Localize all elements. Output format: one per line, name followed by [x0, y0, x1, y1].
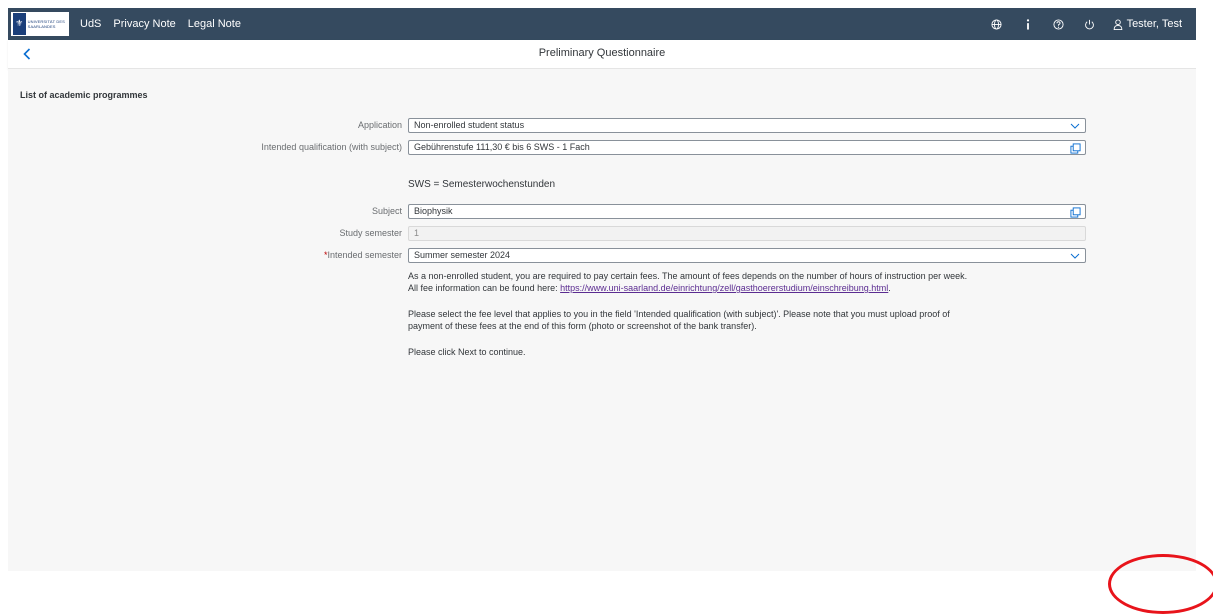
user-name: Tester, Test	[1126, 18, 1182, 30]
user-menu[interactable]: Tester, Test	[1113, 18, 1182, 30]
fee-level-line-2: payment of these fees at the end of this…	[408, 321, 757, 331]
qualification-label: Intended qualification (with subject)	[261, 142, 402, 152]
fee-info-link[interactable]: https://www.uni-saarland.de/einrichtung/…	[560, 283, 888, 293]
power-icon[interactable]	[1084, 18, 1096, 30]
globe-icon[interactable]	[991, 18, 1003, 30]
fee-info-suffix: .	[888, 283, 891, 293]
nav-link-uds[interactable]: UdS	[80, 18, 101, 30]
application-label: Application	[357, 120, 402, 130]
chevron-down-icon[interactable]	[1069, 120, 1081, 132]
logo-text: UNIVERSITÄT DES SAARLANDES	[27, 19, 65, 29]
university-logo[interactable]: ⚜ UNIVERSITÄT DES SAARLANDES	[11, 12, 69, 36]
university-seal-icon: ⚜	[13, 13, 26, 35]
application-value: Non-enrolled student status	[414, 120, 525, 130]
shell-bar: ⚜ UNIVERSITÄT DES SAARLANDES UdS Privacy…	[8, 8, 1196, 40]
intended-semester-label-text: Intended semester	[327, 250, 402, 260]
application-select[interactable]: Non-enrolled student status	[408, 118, 1086, 133]
intended-semester-label: *Intended semester	[324, 250, 402, 260]
subject-value: Biophysik	[414, 206, 453, 216]
nav-link-legal-note[interactable]: Legal Note	[188, 18, 241, 30]
info-icon[interactable]	[1022, 18, 1034, 30]
help-icon[interactable]	[1053, 18, 1065, 30]
form-content: List of academic programmes Application …	[8, 69, 1196, 571]
fee-info-line-1: As a non-enrolled student, you are requi…	[408, 271, 968, 281]
intended-semester-value: Summer semester 2024	[414, 250, 511, 260]
qualification-value: Gebührenstufe 111,30 € bis 6 SWS - 1 Fac…	[414, 142, 590, 152]
continue-instruction: Please click Next to continue.	[408, 347, 526, 357]
fee-level-line-1: Please select the fee level that applies…	[408, 309, 950, 319]
subject-label: Subject	[371, 206, 402, 216]
page-title: Preliminary Questionnaire	[538, 47, 666, 59]
fee-level-paragraph: Please select the fee level that applies…	[408, 308, 1098, 332]
red-circle-annotation	[1108, 554, 1213, 614]
value-help-icon[interactable]	[1069, 142, 1081, 154]
page-header: Preliminary Questionnaire	[8, 40, 1196, 69]
chevron-down-icon[interactable]	[1069, 250, 1081, 262]
fee-info-line-2: All fee information can be found here: h…	[408, 282, 1098, 294]
nav-link-privacy-note[interactable]: Privacy Note	[113, 18, 175, 30]
sws-note: SWS = Semesterwochenstunden	[408, 179, 556, 190]
subject-field[interactable]: Biophysik	[408, 204, 1086, 219]
fee-info-paragraph: As a non-enrolled student, you are requi…	[408, 270, 1098, 294]
qualification-field[interactable]: Gebührenstufe 111,30 € bis 6 SWS - 1 Fac…	[408, 140, 1086, 155]
user-icon	[1113, 18, 1122, 30]
value-help-icon[interactable]	[1069, 206, 1081, 218]
study-semester-value: 1	[414, 228, 420, 238]
page-edge	[1196, 8, 1213, 571]
shell-actions: Tester, Test	[972, 18, 1182, 30]
intended-semester-select[interactable]: Summer semester 2024	[408, 248, 1086, 263]
study-semester-field: 1	[408, 226, 1086, 241]
study-semester-label: Study semester	[339, 228, 402, 238]
fee-info-prefix: All fee information can be found here:	[408, 283, 561, 293]
section-title: List of academic programmes	[20, 90, 148, 100]
